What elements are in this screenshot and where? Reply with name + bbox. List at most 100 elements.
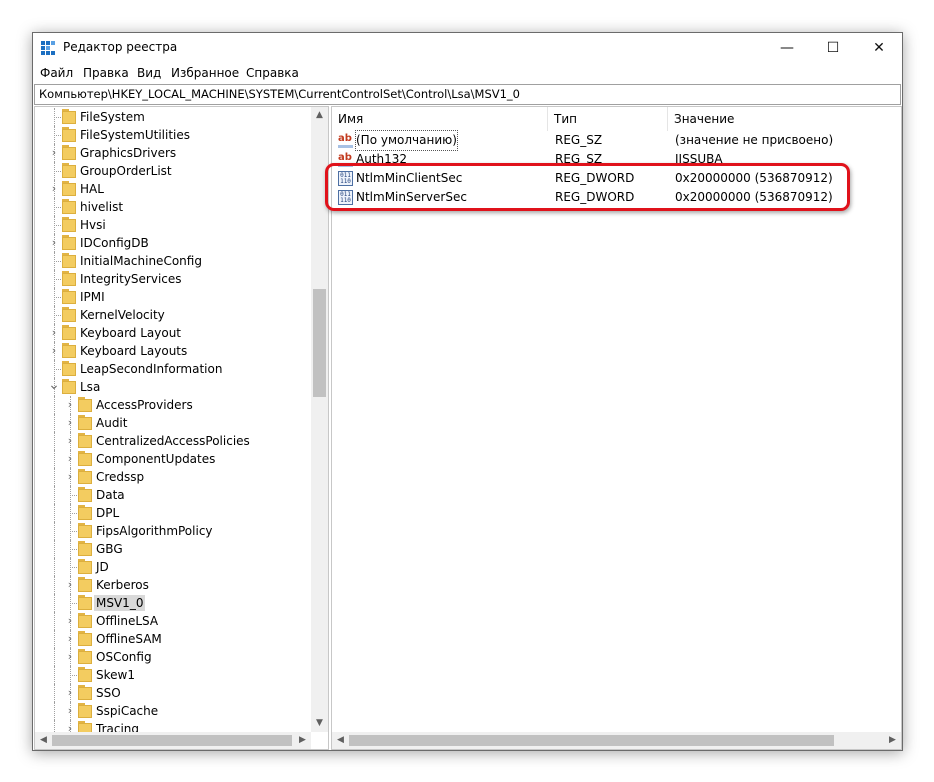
menu-file[interactable]: Файл: [40, 66, 73, 80]
scroll-right-arrow-icon[interactable]: ▶: [884, 732, 901, 749]
close-button[interactable]: ✕: [856, 33, 902, 63]
window-title: Редактор реестра: [63, 40, 178, 54]
tree-scroll-thumb[interactable]: [313, 289, 326, 397]
tree-item[interactable]: › ComponentUpdates: [35, 450, 311, 468]
tree-item[interactable]: › GraphicsDrivers: [35, 144, 311, 162]
folder-icon: [78, 667, 92, 682]
tree-item-label: DPL: [96, 506, 120, 520]
column-type-header[interactable]: Тип: [548, 107, 668, 131]
menu-edit[interactable]: Правка: [83, 66, 129, 80]
folder-icon: [78, 397, 92, 412]
menu-help[interactable]: Справка: [246, 66, 299, 80]
tree-item[interactable]: › HAL: [35, 180, 311, 198]
list-hscroll-thumb[interactable]: [349, 735, 834, 746]
minimize-button[interactable]: —: [764, 33, 810, 63]
tree-guide-line: [54, 702, 55, 720]
highlight-annotation: [325, 163, 850, 211]
title-bar[interactable]: Редактор реестра — ☐ ✕: [33, 33, 902, 63]
tree-item[interactable]: JD: [35, 558, 311, 576]
tree-item[interactable]: Hvsi: [35, 216, 311, 234]
folder-icon: [78, 595, 92, 610]
tree-guide-line: [54, 369, 61, 370]
expand-arrow-icon[interactable]: ›: [48, 326, 60, 340]
tree-guide-line: [54, 261, 61, 262]
tree-item[interactable]: LeapSecondInformation: [35, 360, 311, 378]
menu-view[interactable]: Вид: [137, 66, 161, 80]
tree-guide-line: [54, 279, 61, 280]
tree-item[interactable]: FipsAlgorithmPolicy: [35, 522, 311, 540]
tree-hscroll-thumb[interactable]: [52, 735, 292, 746]
scroll-left-arrow-icon[interactable]: ◀: [332, 732, 349, 749]
expand-arrow-icon[interactable]: ›: [64, 704, 76, 718]
tree-item[interactable]: › AccessProviders: [35, 396, 311, 414]
tree-item[interactable]: DPL: [35, 504, 311, 522]
column-name-header[interactable]: Имя: [332, 107, 548, 131]
tree-item[interactable]: ⌄ Lsa: [35, 378, 311, 396]
tree-item-label: GroupOrderList: [80, 164, 172, 178]
column-value-header[interactable]: Значение: [668, 107, 901, 131]
expand-arrow-icon[interactable]: ›: [64, 686, 76, 700]
scroll-right-arrow-icon[interactable]: ▶: [294, 732, 311, 749]
scroll-up-arrow-icon[interactable]: ▲: [311, 107, 328, 124]
tree-item-label: IntegrityServices: [80, 272, 182, 286]
tree-item[interactable]: › Keyboard Layouts: [35, 342, 311, 360]
expand-arrow-icon[interactable]: ›: [48, 236, 60, 250]
tree-item[interactable]: › Kerberos: [35, 576, 311, 594]
tree-item-label: CentralizedAccessPolicies: [96, 434, 250, 448]
address-bar[interactable]: Компьютер\HKEY_LOCAL_MACHINE\SYSTEM\Curr…: [34, 84, 901, 105]
folder-icon: [78, 649, 92, 664]
tree-item[interactable]: › SSO: [35, 684, 311, 702]
folder-icon: [78, 541, 92, 556]
scroll-down-arrow-icon[interactable]: ▼: [311, 715, 328, 732]
tree-item[interactable]: Data: [35, 486, 311, 504]
close-icon: ✕: [873, 40, 885, 56]
tree-item[interactable]: › IDConfigDB: [35, 234, 311, 252]
tree-item[interactable]: GroupOrderList: [35, 162, 311, 180]
tree-item[interactable]: FileSystemUtilities: [35, 126, 311, 144]
tree-item[interactable]: FileSystem: [35, 108, 311, 126]
expand-arrow-icon[interactable]: ›: [64, 470, 76, 484]
tree-guide-line: [70, 495, 77, 496]
tree-item[interactable]: › Audit: [35, 414, 311, 432]
tree-item[interactable]: MSV1_0: [35, 594, 311, 612]
tree-item[interactable]: IPMI: [35, 288, 311, 306]
tree-item[interactable]: hivelist: [35, 198, 311, 216]
expand-arrow-icon[interactable]: ›: [64, 632, 76, 646]
list-header: Имя Тип Значение: [332, 107, 901, 131]
expand-arrow-icon[interactable]: ›: [48, 182, 60, 196]
folder-icon: [78, 451, 92, 466]
expand-arrow-icon[interactable]: ›: [48, 146, 60, 160]
tree-guide-line: [54, 666, 55, 684]
tree-item[interactable]: › OfflineLSA: [35, 612, 311, 630]
scroll-left-arrow-icon[interactable]: ◀: [35, 732, 52, 749]
tree-item[interactable]: › OfflineSAM: [35, 630, 311, 648]
expand-arrow-icon[interactable]: ›: [64, 398, 76, 412]
expand-arrow-icon[interactable]: ›: [64, 434, 76, 448]
expand-arrow-icon[interactable]: ›: [64, 578, 76, 592]
collapse-arrow-icon[interactable]: ⌄: [48, 378, 60, 394]
expand-arrow-icon[interactable]: ›: [64, 452, 76, 466]
tree-item[interactable]: › Credssp: [35, 468, 311, 486]
tree-item[interactable]: › OSConfig: [35, 648, 311, 666]
tree-item-label: GBG: [96, 542, 123, 556]
tree-item[interactable]: Skew1: [35, 666, 311, 684]
tree-item[interactable]: InitialMachineConfig: [35, 252, 311, 270]
list-horizontal-scrollbar[interactable]: ◀ ▶: [332, 732, 901, 749]
expand-arrow-icon[interactable]: ›: [64, 416, 76, 430]
maximize-button[interactable]: ☐: [810, 33, 856, 63]
folder-icon: [78, 505, 92, 520]
tree-item[interactable]: › Keyboard Layout: [35, 324, 311, 342]
tree-item[interactable]: IntegrityServices: [35, 270, 311, 288]
menu-favorites[interactable]: Избранное: [171, 66, 239, 80]
expand-arrow-icon[interactable]: ›: [64, 650, 76, 664]
registry-tree-pane[interactable]: FileSystem FileSystemUtilities › GraphicsDr…: [34, 106, 329, 750]
tree-item[interactable]: KernelVelocity: [35, 306, 311, 324]
tree-item[interactable]: GBG: [35, 540, 311, 558]
tree-item[interactable]: › CentralizedAccessPolicies: [35, 432, 311, 450]
expand-arrow-icon[interactable]: ›: [64, 614, 76, 628]
tree-guide-line: [54, 117, 61, 118]
tree-item[interactable]: › SspiCache: [35, 702, 311, 720]
expand-arrow-icon[interactable]: ›: [48, 344, 60, 358]
value-row[interactable]: ab (По умолчанию) REG_SZ (значение не присв…: [332, 130, 901, 151]
tree-horizontal-scrollbar[interactable]: ◀ ▶: [35, 732, 311, 749]
